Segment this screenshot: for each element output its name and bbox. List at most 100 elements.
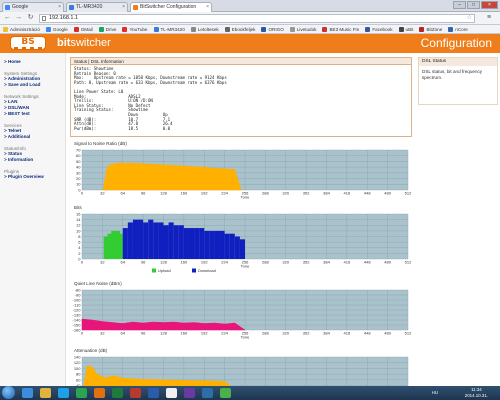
tab-google[interactable]: Google × [2, 2, 64, 12]
forward-arrow-icon[interactable]: → [14, 14, 23, 23]
menu-icon[interactable]: ≡ [484, 14, 494, 23]
bookmark-icon [365, 26, 371, 32]
site-header: BS bitswitcher Configuration [0, 34, 500, 53]
download-bar [239, 239, 245, 259]
brand-switcher: switcher [70, 37, 111, 49]
bookmark-item[interactable]: ORIGO [261, 26, 284, 32]
x-tick-label: 480 [384, 331, 391, 336]
x-tick-label: 224 [221, 331, 228, 336]
download-bar [148, 219, 154, 259]
x-tick-label: 320 [282, 191, 289, 196]
x-tick-label: 288 [262, 191, 269, 196]
x-tick-label: 480 [384, 191, 391, 196]
ie-icon[interactable] [22, 388, 33, 398]
x-tick-label: 32 [100, 191, 105, 196]
excel-icon[interactable] [112, 388, 123, 398]
vlc-icon[interactable] [94, 388, 105, 398]
x-tick-label: 480 [384, 260, 391, 265]
y-tick-label: 60 [76, 153, 81, 158]
back-arrow-icon[interactable]: ← [3, 14, 12, 23]
tab-tl-mr3420[interactable]: TL-MR3420 × [66, 2, 128, 12]
y-tick-label: 6 [78, 240, 81, 245]
bookmark-icon [122, 26, 128, 32]
sidebar-item-bext-test[interactable]: > BEXT test [4, 111, 65, 117]
tab-bitswitcher[interactable]: BitSwitcher Configuration × [130, 2, 212, 12]
input-language[interactable]: HU [432, 390, 438, 395]
x-axis-label: Tone [241, 195, 250, 200]
word-icon[interactable] [148, 388, 159, 398]
bookmark-item[interactable]: Livetudok [289, 26, 316, 32]
x-tick-label: 416 [344, 331, 351, 336]
help-text: DSL status, bit and frequency spectrum. [422, 69, 483, 80]
sidebar-item-home[interactable]: > Home [4, 59, 65, 65]
bookmark-item[interactable]: uBit [398, 26, 413, 32]
y-tick-label: 70 [76, 147, 81, 152]
tab-label: BitSwitcher Configuration [140, 4, 197, 10]
sidebar-item-save-and-load[interactable]: > Save and Load [4, 82, 65, 88]
bs-logo: BS [10, 36, 46, 50]
bookmark-item[interactable]: TL-MR3420 [153, 26, 185, 32]
media-icon[interactable] [76, 388, 87, 398]
x-tick-label: 128 [160, 331, 167, 336]
start-button[interactable] [2, 386, 15, 399]
x-tick-label: 96 [141, 260, 146, 265]
visual-studio-icon[interactable] [184, 388, 195, 398]
bits-chart-svg: 02468101214160 32 64 96 128 160 192 224 256 288 32… [76, 211, 412, 273]
app-icon-2[interactable] [220, 388, 231, 398]
bookmark-icon [322, 26, 328, 32]
bookmark-item[interactable]: nCore [448, 26, 468, 32]
folder-icon[interactable] [40, 388, 51, 398]
dsl-line: Pwr(dBm): 18.5 0.0 [74, 125, 171, 131]
dsl-status-text: Status: Showtime Retrain Reason: 0 Max: Up… [71, 65, 411, 133]
close-tab-icon[interactable]: × [122, 3, 125, 12]
sidebar-item-information[interactable]: > Information [4, 157, 65, 163]
sidebar-item-plugin-overview[interactable]: > Plugin Overview [4, 174, 65, 180]
y-tick-label: 2 [78, 251, 81, 256]
y-tick-label: 120 [74, 360, 81, 365]
powerpoint-icon[interactable] [130, 388, 141, 398]
help-panel: DSL Status DSL status, bit and frequency… [418, 57, 498, 105]
y-tick-label: 50 [76, 159, 81, 164]
bookmark-item[interactable]: BitZone [419, 26, 442, 32]
x-tick-label: 512 [405, 260, 412, 265]
download-bar [163, 225, 169, 259]
bookmark-star-icon[interactable]: ☆ [467, 15, 472, 22]
app-icon[interactable] [202, 388, 213, 398]
window-controls: – □ × [452, 1, 498, 10]
bookmark-item[interactable]: Adminisztráció [3, 26, 40, 32]
window-close-icon[interactable]: × [481, 1, 498, 9]
bookmark-item[interactable]: Google [45, 26, 68, 32]
bookmark-item[interactable]: YouTube [122, 26, 148, 32]
bookmark-label: Letoltesek [197, 26, 219, 32]
x-tick-label: 64 [121, 260, 126, 265]
chart-title: Signal to Noise Ratio (dB) [74, 141, 127, 146]
x-tick-label: 288 [262, 260, 269, 265]
bookmark-item[interactable]: Facebook [365, 26, 393, 32]
chrome-icon[interactable] [166, 388, 177, 398]
bookmark-item[interactable]: GMail [73, 26, 93, 32]
bookmark-item[interactable]: Drive [98, 26, 116, 32]
x-tick-label: 160 [181, 191, 188, 196]
brand-name: bitswitcher [57, 37, 111, 49]
skype-icon[interactable] [58, 388, 69, 398]
y-tick-label: 8 [78, 234, 81, 239]
download-bar [224, 233, 230, 259]
reload-icon[interactable]: ↻ [26, 14, 35, 23]
close-tab-icon[interactable]: × [58, 3, 61, 12]
y-tick-label: 10 [76, 182, 81, 187]
bookmark-item[interactable]: Letoltesek [190, 26, 219, 32]
x-tick-label: 224 [221, 260, 228, 265]
bookmarks-bar: Adminisztráció Google GMail Drive YouTube TL-… [0, 25, 500, 34]
x-tick-label: 128 [160, 191, 167, 196]
sidebar-item-additional[interactable]: > Additional [4, 134, 65, 140]
address-bar[interactable]: 192.168.1.1 ☆ [39, 14, 475, 23]
chart-title: Bits [74, 205, 82, 210]
close-tab-icon[interactable]: × [206, 3, 209, 12]
clock[interactable]: 11:34 2014.10.31. [465, 387, 488, 398]
minimize-icon[interactable]: – [453, 1, 466, 9]
bits-chart: Bits 0 2 4 6 8 10 12 14 16 0 32 64 96 128 160 192 224 256… [70, 205, 414, 275]
maximize-icon[interactable]: □ [467, 1, 480, 9]
bookmark-label: ORIGO [268, 26, 284, 32]
bookmark-item[interactable]: Ebookfeljek [224, 26, 255, 32]
bookmark-item[interactable]: BE3 Music Fm [322, 26, 359, 32]
